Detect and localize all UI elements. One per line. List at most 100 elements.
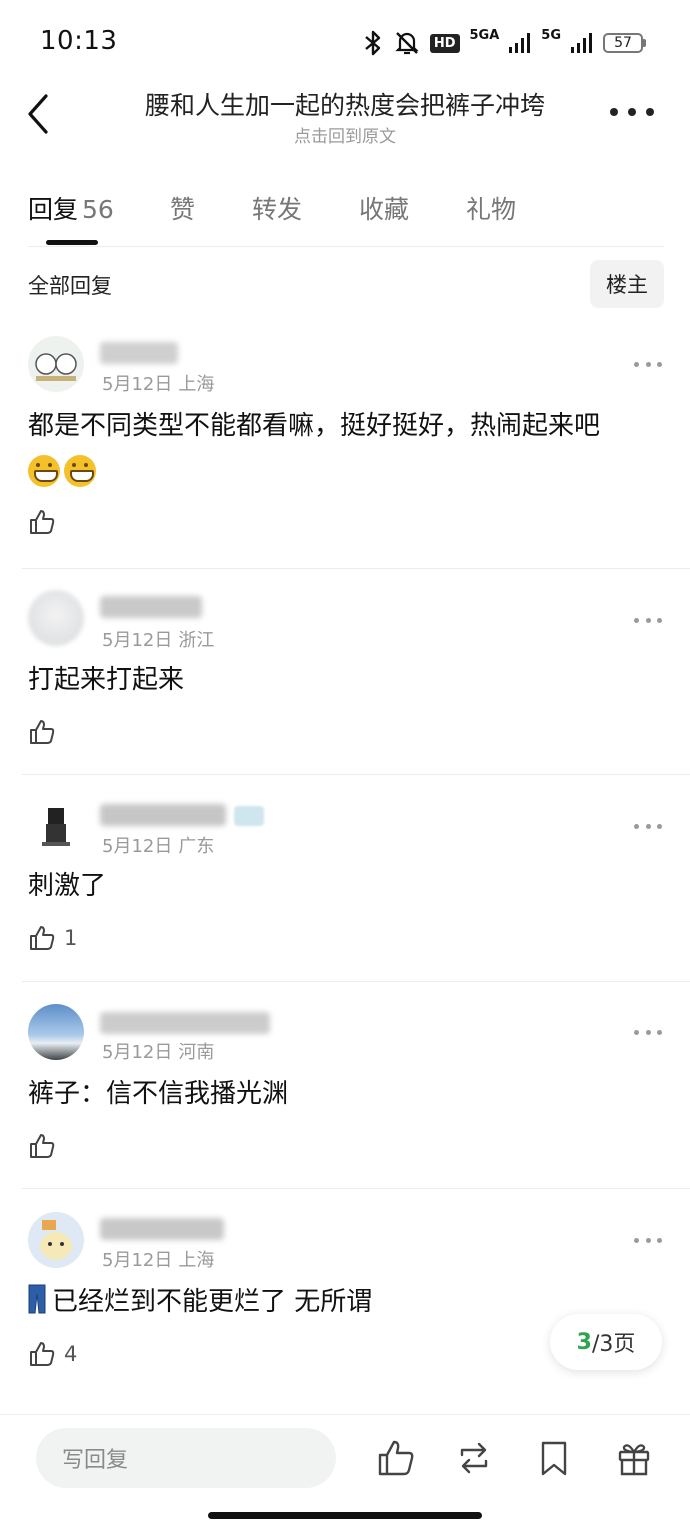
repost-icon[interactable] bbox=[454, 1438, 494, 1478]
tab-replies[interactable]: 回复 56 bbox=[28, 190, 114, 226]
avatar-image bbox=[35, 353, 77, 381]
comment-text[interactable]: 刺激了 bbox=[28, 864, 668, 908]
divider bbox=[22, 568, 690, 569]
username-blurred[interactable] bbox=[100, 804, 226, 826]
like-count: 4 bbox=[64, 1342, 78, 1366]
tab-replies-label: 回复 bbox=[28, 195, 79, 224]
grin-emoji-icon bbox=[28, 454, 60, 487]
comment-meta: 5月12日 浙江 bbox=[102, 626, 214, 652]
comment-location: 上海 bbox=[178, 1250, 215, 1271]
tab-likes[interactable]: 赞 bbox=[170, 190, 195, 226]
divider bbox=[22, 1188, 690, 1189]
signal-icon-2 bbox=[571, 33, 592, 53]
hd-badge: HD bbox=[429, 33, 460, 53]
like-button[interactable]: 1 bbox=[28, 924, 77, 952]
battery-icon: 57 bbox=[603, 33, 646, 53]
divider bbox=[0, 1414, 690, 1415]
like-post-icon[interactable] bbox=[376, 1438, 416, 1478]
gift-icon[interactable] bbox=[614, 1438, 654, 1478]
comment-more-button[interactable] bbox=[634, 1028, 662, 1036]
all-replies-label: 全部回复 bbox=[28, 274, 112, 298]
like-button[interactable]: 4 bbox=[28, 1340, 77, 1368]
tab-bar: 回复 56 赞 转发 收藏 礼物 bbox=[28, 184, 664, 245]
like-button[interactable] bbox=[28, 508, 64, 536]
comment-meta: 5月12日 上海 bbox=[102, 370, 214, 396]
avatar-image bbox=[40, 1220, 72, 1260]
status-bar: 10:13 HD 5GA 5G 57 bbox=[0, 0, 690, 84]
comment-more-button[interactable] bbox=[634, 616, 662, 624]
grin-emoji-icon bbox=[64, 454, 96, 487]
avatar-image bbox=[42, 808, 70, 846]
divider bbox=[22, 774, 690, 775]
comment-item: 5月12日 上海 都是不同类型不能都看嘛，挺好挺好，热闹起来吧 bbox=[0, 330, 690, 570]
active-tab-indicator bbox=[46, 240, 98, 245]
tab-favorites[interactable]: 收藏 bbox=[359, 190, 409, 226]
status-time: 10:13 bbox=[40, 26, 118, 56]
comment-location: 广东 bbox=[178, 836, 215, 857]
divider bbox=[22, 981, 690, 982]
bookmark-icon[interactable] bbox=[534, 1438, 574, 1478]
avatar[interactable] bbox=[28, 590, 84, 646]
comment-date: 5月12日 bbox=[102, 630, 173, 651]
status-icons: HD 5GA 5G 57 bbox=[362, 28, 646, 58]
comment-more-button[interactable] bbox=[634, 822, 662, 830]
comment-text[interactable]: 都是不同类型不能都看嘛，挺好挺好，热闹起来吧 bbox=[28, 404, 668, 492]
tab-gifts[interactable]: 礼物 bbox=[466, 190, 516, 226]
total-pages: /3页 bbox=[591, 1332, 636, 1357]
comment-location: 上海 bbox=[178, 374, 215, 395]
comment-date: 5月12日 bbox=[102, 1042, 173, 1063]
comment-meta: 5月12日 河南 bbox=[102, 1038, 214, 1064]
comment-more-button[interactable] bbox=[634, 1236, 662, 1244]
thumbs-up-icon bbox=[30, 720, 55, 744]
home-indicator[interactable] bbox=[208, 1512, 482, 1519]
thumbs-up-icon bbox=[30, 1134, 55, 1158]
reply-input[interactable]: 写回复 bbox=[36, 1428, 336, 1488]
current-page: 3 bbox=[576, 1329, 592, 1355]
network-label-5ga: 5GA bbox=[469, 27, 500, 43]
nav-bar: 腰和人生加一起的热度会把裤子冲垮 点击回到原文 bbox=[0, 84, 690, 154]
comment-text-content: 都是不同类型不能都看嘛，挺好挺好，热闹起来吧 bbox=[28, 411, 601, 441]
comment-date: 5月12日 bbox=[102, 374, 173, 395]
thumbs-up-icon bbox=[30, 926, 55, 950]
comment-text[interactable]: 打起来打起来 bbox=[28, 658, 668, 702]
comment-item: 5月12日 广东 刺激了 1 bbox=[0, 792, 690, 982]
comment-meta: 5月12日 上海 bbox=[102, 1246, 214, 1272]
back-to-original-link[interactable]: 点击回到原文 bbox=[110, 122, 580, 147]
comment-date: 5月12日 bbox=[102, 1250, 173, 1271]
avatar[interactable] bbox=[28, 1004, 84, 1060]
like-count: 1 bbox=[64, 926, 78, 950]
more-options-button[interactable] bbox=[610, 102, 654, 122]
page-indicator[interactable]: 3/3页 bbox=[550, 1314, 662, 1370]
avatar[interactable] bbox=[28, 1212, 84, 1268]
comment-more-button[interactable] bbox=[634, 360, 662, 368]
battery-level: 57 bbox=[603, 33, 643, 53]
username-blurred[interactable] bbox=[100, 1218, 224, 1240]
avatar[interactable] bbox=[28, 336, 84, 392]
network-label-5g: 5G bbox=[541, 27, 561, 43]
thumbs-up-icon bbox=[30, 1342, 55, 1366]
username-blurred[interactable] bbox=[100, 1012, 270, 1034]
mute-bell-icon bbox=[395, 32, 419, 55]
owner-only-button[interactable]: 楼主 bbox=[590, 260, 664, 308]
jeans-emoji-icon bbox=[28, 1284, 46, 1314]
comment-text[interactable]: 裤子：信不信我播光渊 bbox=[28, 1072, 668, 1116]
comment-text-content: 已经烂到不能更烂了 无所谓 bbox=[52, 1287, 373, 1317]
post-title[interactable]: 腰和人生加一起的热度会把裤子冲垮 bbox=[110, 86, 580, 122]
filter-row: 全部回复 楼主 bbox=[0, 260, 690, 310]
username-blurred[interactable] bbox=[100, 342, 178, 364]
tab-replies-count: 56 bbox=[82, 195, 114, 224]
back-arrow-icon[interactable] bbox=[20, 92, 56, 136]
tab-reposts[interactable]: 转发 bbox=[252, 190, 302, 226]
comment-item: 5月12日 上海 已经烂到不能更烂了 无所谓 4 bbox=[0, 1206, 690, 1406]
comment-location: 浙江 bbox=[178, 630, 215, 651]
comment-date: 5月12日 bbox=[102, 836, 173, 857]
like-button[interactable] bbox=[28, 718, 64, 746]
comment-item: 5月12日 河南 裤子：信不信我播光渊 bbox=[0, 998, 690, 1188]
signal-icon bbox=[509, 33, 531, 53]
avatar[interactable] bbox=[28, 798, 84, 854]
divider bbox=[28, 246, 664, 247]
comment-item: 5月12日 浙江 打起来打起来 bbox=[0, 586, 690, 776]
bluetooth-icon bbox=[365, 30, 381, 56]
like-button[interactable] bbox=[28, 1132, 64, 1160]
username-blurred[interactable] bbox=[100, 596, 202, 618]
